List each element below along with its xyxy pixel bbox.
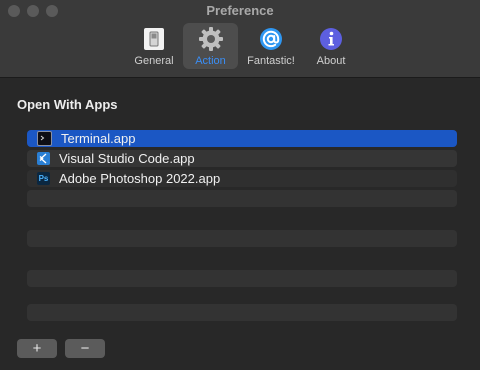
tab-about-label: About bbox=[316, 55, 346, 67]
tab-action[interactable]: Action bbox=[183, 23, 238, 69]
switch-icon bbox=[141, 26, 167, 52]
tab-action-label: Action bbox=[195, 55, 226, 67]
add-app-button[interactable]: + bbox=[17, 339, 57, 358]
apps-list[interactable]: Terminal.app Visual Studio Code.app Ps A… bbox=[27, 130, 457, 324]
empty-row bbox=[27, 304, 457, 321]
photoshop-icon: Ps bbox=[37, 172, 50, 185]
section-title: Open With Apps bbox=[17, 97, 118, 112]
empty-row-gap bbox=[27, 250, 457, 267]
tab-general[interactable]: General bbox=[130, 23, 178, 69]
gear-icon bbox=[198, 26, 224, 52]
terminal-icon bbox=[37, 131, 52, 146]
tab-general-label: General bbox=[134, 55, 174, 67]
list-item[interactable]: Ps Adobe Photoshop 2022.app bbox=[27, 170, 457, 187]
empty-row bbox=[27, 270, 457, 287]
list-item[interactable]: Terminal.app bbox=[27, 130, 457, 147]
app-name: Terminal.app bbox=[61, 131, 136, 146]
app-name: Adobe Photoshop 2022.app bbox=[59, 171, 221, 186]
empty-row bbox=[27, 230, 457, 247]
tab-about[interactable]: About bbox=[310, 23, 352, 69]
remove-app-button[interactable]: − bbox=[65, 339, 105, 358]
titlebar: Preference General Action Fantastic! Abo… bbox=[0, 0, 480, 78]
info-icon bbox=[318, 26, 344, 52]
at-sign-icon bbox=[258, 26, 284, 52]
vscode-icon bbox=[37, 152, 50, 165]
tab-fantastic[interactable]: Fantastic! bbox=[243, 23, 299, 69]
list-item[interactable]: Visual Studio Code.app bbox=[27, 150, 457, 167]
empty-row-gap bbox=[27, 210, 457, 227]
tab-fantastic-label: Fantastic! bbox=[247, 55, 295, 67]
empty-row bbox=[27, 190, 457, 207]
toolbar: General Action Fantastic! About bbox=[0, 23, 480, 73]
window-title: Preference bbox=[206, 3, 274, 18]
empty-row-gap bbox=[27, 290, 457, 304]
app-name: Visual Studio Code.app bbox=[59, 151, 195, 166]
